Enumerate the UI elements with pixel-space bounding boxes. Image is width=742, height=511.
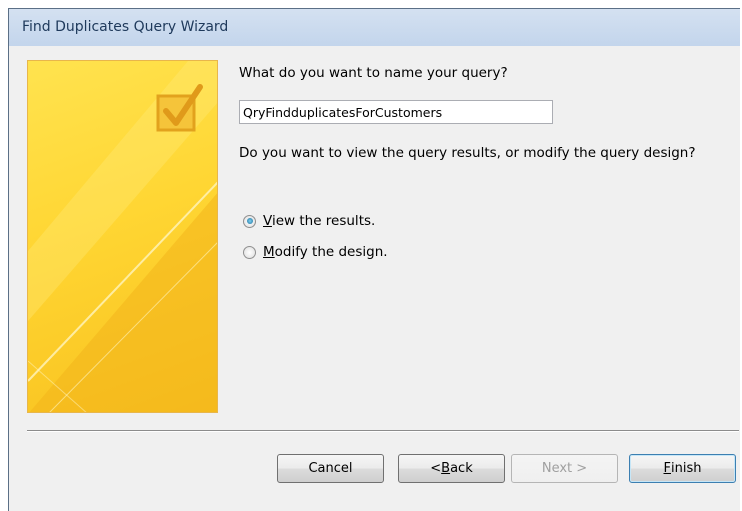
- view-option-question: Do you want to view the query results, o…: [239, 145, 696, 161]
- cancel-button[interactable]: Cancel: [277, 454, 384, 483]
- art-graphic: [28, 61, 217, 412]
- window-title: Find Duplicates Query Wizard: [22, 19, 229, 35]
- modify-design-label[interactable]: Modify the design.: [263, 244, 388, 260]
- next-button[interactable]: Next >: [511, 454, 618, 483]
- view-results-label[interactable]: View the results.: [263, 213, 375, 229]
- wizard-body: What do you want to name your query? Do …: [9, 46, 740, 511]
- query-name-input[interactable]: [239, 100, 553, 124]
- button-separator: [27, 430, 739, 432]
- view-results-option[interactable]: View the results.: [243, 213, 375, 229]
- finish-button[interactable]: Finish: [629, 454, 736, 483]
- back-button[interactable]: < Back: [398, 454, 505, 483]
- query-name-question: What do you want to name your query?: [239, 65, 508, 81]
- wizard-window: Find Duplicates Query Wizard What do you…: [8, 8, 740, 511]
- modify-design-option[interactable]: Modify the design.: [243, 244, 388, 260]
- modify-design-radio[interactable]: [243, 245, 256, 259]
- title-bar[interactable]: Find Duplicates Query Wizard: [9, 9, 740, 46]
- wizard-art-panel: [27, 60, 218, 413]
- view-results-radio[interactable]: [243, 214, 256, 228]
